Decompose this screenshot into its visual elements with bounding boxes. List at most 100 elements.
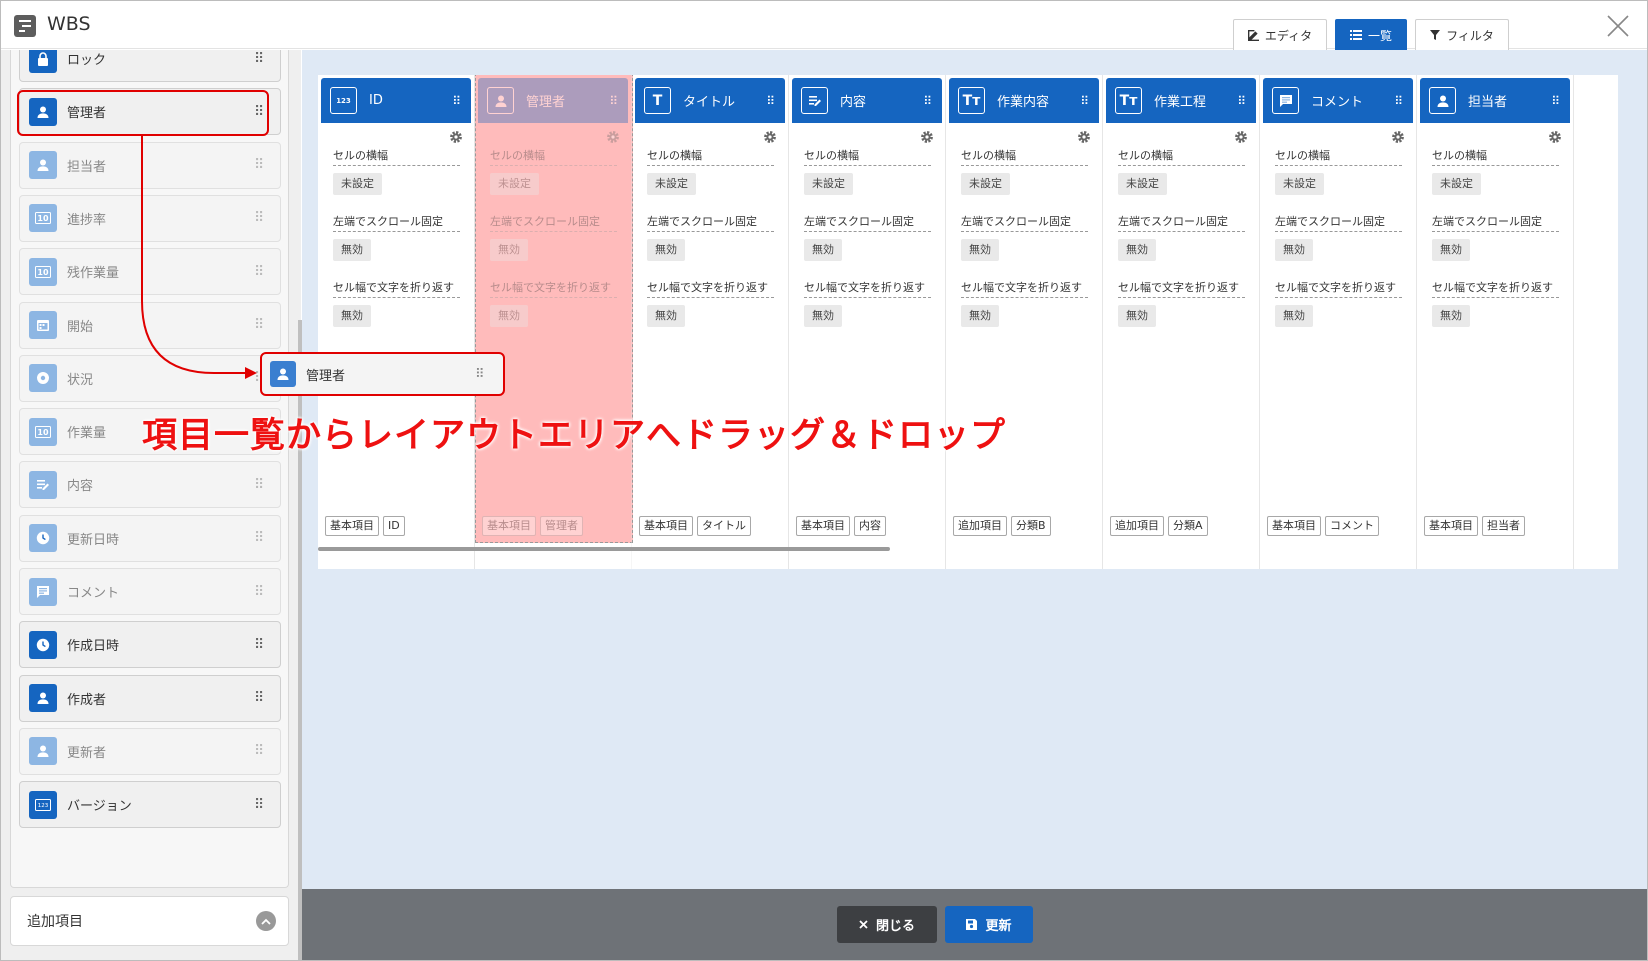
- setting-value[interactable]: 未設定: [647, 173, 696, 195]
- drag-handle-icon[interactable]: ⠿: [254, 637, 268, 653]
- field-list-item[interactable]: 作成者 ⠿: [19, 674, 281, 722]
- setting-value[interactable]: 無効: [961, 305, 999, 327]
- setting-value[interactable]: 無効: [1118, 305, 1156, 327]
- gear-icon[interactable]: [1548, 130, 1562, 144]
- setting-value[interactable]: 無効: [804, 239, 842, 261]
- field-list-sidebar: ロック ⠿ 管理者 ⠿ 担当者 ⠿ 10 進捗率 ⠿ 10 残作業量 ⠿ 開始 ⠿ 状況 ⠿ 10 作業量 ⠿ 内容 ⠿…: [1, 50, 302, 960]
- layout-card-title: タイトル: [683, 95, 736, 110]
- tab-list[interactable]: 一覧: [1335, 19, 1407, 50]
- setting-value[interactable]: 未設定: [490, 173, 539, 195]
- number-icon: 10: [29, 417, 57, 446]
- field-list-item[interactable]: 10 進捗率 ⠿: [19, 194, 281, 242]
- field-list-item[interactable]: 更新日時 ⠿: [19, 514, 281, 562]
- gear-icon[interactable]: [1077, 130, 1091, 144]
- drag-handle-icon[interactable]: ⠿: [475, 367, 489, 382]
- setting-value[interactable]: 未設定: [1432, 173, 1481, 195]
- save-icon: [966, 919, 978, 930]
- field-list-item[interactable]: 10 残作業量 ⠿: [19, 248, 281, 296]
- field-list-item[interactable]: ロック ⠿: [19, 50, 281, 82]
- drag-handle-icon[interactable]: ⠿: [254, 317, 268, 333]
- drag-handle-icon[interactable]: ⠿: [923, 94, 932, 108]
- layout-card[interactable]: Tт 作業工程 ⠿ セルの横幅 未設定 左端でスクロール固定 無効 セル幅で文字を折り返す 無効…: [1103, 75, 1260, 569]
- layout-card-header[interactable]: 担当者 ⠿: [1420, 78, 1570, 123]
- setting-value[interactable]: 未設定: [961, 173, 1010, 195]
- field-list-item[interactable]: 担当者 ⠿: [19, 141, 281, 189]
- layout-card[interactable]: 担当者 ⠿ セルの横幅 未設定 左端でスクロール固定 無効 セル幅で文字を折り返す 無効 基本項…: [1417, 75, 1574, 569]
- drag-handle-icon[interactable]: ⠿: [609, 94, 618, 108]
- layout-card-header[interactable]: 123 ID ⠿: [321, 78, 471, 123]
- layout-horizontal-scrollbar[interactable]: [318, 547, 890, 551]
- close-button[interactable]: 閉じる: [837, 906, 937, 943]
- field-list-item[interactable]: 内容 ⠿: [19, 461, 281, 509]
- tab-filter[interactable]: フィルタ: [1415, 19, 1509, 50]
- setting-value[interactable]: 無効: [1432, 305, 1470, 327]
- layout-card[interactable]: 内容 ⠿ セルの横幅 未設定 左端でスクロール固定 無効 セル幅で文字を折り返す 無効 基本項目…: [789, 75, 946, 569]
- layout-card-header[interactable]: 管理者 ⠿: [478, 78, 628, 123]
- layout-card-header[interactable]: T タイトル ⠿: [635, 78, 785, 123]
- field-list-item[interactable]: 状況 ⠿: [19, 354, 281, 402]
- setting-value[interactable]: 未設定: [1118, 173, 1167, 195]
- drag-handle-icon[interactable]: ⠿: [1394, 94, 1403, 108]
- layout-card[interactable]: T タイトル ⠿ セルの横幅 未設定 左端でスクロール固定 無効 セル幅で文字を折り返す 無効基…: [632, 75, 789, 569]
- field-list-item[interactable]: 123 バージョン ⠿: [19, 781, 281, 829]
- extra-fields-section[interactable]: 追加項目: [10, 896, 289, 946]
- layout-card-header[interactable]: コメント ⠿: [1263, 78, 1413, 123]
- setting-value[interactable]: 未設定: [333, 173, 382, 195]
- drag-handle-icon[interactable]: ⠿: [452, 94, 461, 108]
- gear-icon[interactable]: [1234, 130, 1248, 144]
- drag-handle-icon[interactable]: ⠿: [254, 210, 268, 226]
- drag-handle-icon[interactable]: ⠿: [1237, 94, 1246, 108]
- chevron-up-icon[interactable]: [256, 911, 276, 931]
- setting-value[interactable]: 無効: [333, 305, 371, 327]
- gear-icon[interactable]: [1391, 130, 1405, 144]
- layout-card[interactable]: Tт 作業内容 ⠿ セルの横幅 未設定 左端でスクロール固定 無効 セル幅で文字を折り返す 無効…: [946, 75, 1103, 569]
- field-list-item[interactable]: 開始 ⠿: [19, 301, 281, 349]
- setting-value[interactable]: 未設定: [1275, 173, 1324, 195]
- field-list-item[interactable]: 作成日時 ⠿: [19, 621, 281, 669]
- drag-handle-icon[interactable]: ⠿: [766, 94, 775, 108]
- setting-value[interactable]: 無効: [333, 239, 371, 261]
- drag-handle-icon[interactable]: ⠿: [254, 743, 268, 759]
- field-list-item-label: 作成日時: [67, 639, 120, 655]
- drag-handle-icon[interactable]: ⠿: [1551, 94, 1560, 108]
- setting-value[interactable]: 無効: [1432, 239, 1470, 261]
- gear-icon[interactable]: [763, 130, 777, 144]
- close-icon[interactable]: [1605, 13, 1631, 39]
- setting-value[interactable]: 無効: [804, 305, 842, 327]
- drag-handle-icon[interactable]: ⠿: [254, 530, 268, 546]
- setting-value[interactable]: 無効: [490, 305, 528, 327]
- field-list-item[interactable]: コメント ⠿: [19, 568, 281, 615]
- update-button[interactable]: 更新: [945, 906, 1033, 943]
- category-tag: 基本項目: [325, 516, 379, 536]
- drag-handle-icon[interactable]: ⠿: [254, 690, 268, 706]
- drag-handle-icon[interactable]: ⠿: [254, 157, 268, 173]
- setting-value[interactable]: 無効: [1275, 305, 1313, 327]
- layout-card[interactable]: 123 ID ⠿ セルの横幅 未設定 左端でスクロール固定 無効 セル幅で文字を折り返す 無効基…: [318, 75, 475, 569]
- gear-icon[interactable]: [449, 130, 463, 144]
- setting-value[interactable]: 無効: [1275, 239, 1313, 261]
- drag-handle-icon[interactable]: ⠿: [254, 584, 268, 600]
- layout-card[interactable]: 管理者 ⠿ セルの横幅 未設定 左端でスクロール固定 無効 セル幅で文字を折り返す 無効 基本項…: [475, 75, 632, 569]
- gear-icon[interactable]: [606, 130, 620, 144]
- drag-handle-icon[interactable]: ⠿: [254, 51, 268, 67]
- drag-handle-icon[interactable]: ⠿: [1080, 94, 1089, 108]
- layout-card-header[interactable]: 内容 ⠿: [792, 78, 942, 123]
- layout-area: 123 ID ⠿ セルの横幅 未設定 左端でスクロール固定 無効 セル幅で文字を折り返す 無効基…: [302, 50, 1647, 960]
- setting-value[interactable]: 無効: [647, 305, 685, 327]
- drag-handle-icon[interactable]: ⠿: [254, 477, 268, 493]
- drag-handle-icon[interactable]: ⠿: [254, 264, 268, 280]
- setting-value[interactable]: 無効: [490, 239, 528, 261]
- dragging-field-item[interactable]: 管理者 ⠿: [260, 352, 505, 396]
- tab-editor[interactable]: エディタ: [1233, 19, 1327, 50]
- layout-card-header[interactable]: Tт 作業内容 ⠿: [949, 78, 1099, 123]
- setting-value[interactable]: 未設定: [804, 173, 853, 195]
- layout-card[interactable]: コメント ⠿ セルの横幅 未設定 左端でスクロール固定 無効 セル幅で文字を折り返す 無効 基本…: [1260, 75, 1417, 569]
- drag-handle-icon[interactable]: ⠿: [254, 797, 268, 813]
- layout-card-header[interactable]: Tт 作業工程 ⠿: [1106, 78, 1256, 123]
- gear-icon[interactable]: [920, 130, 934, 144]
- setting-value[interactable]: 無効: [1118, 239, 1156, 261]
- setting-label: セルの横幅: [961, 147, 1088, 166]
- field-list-item[interactable]: 更新者 ⠿: [19, 727, 281, 775]
- setting-value[interactable]: 無効: [647, 239, 685, 261]
- setting-value[interactable]: 無効: [961, 239, 999, 261]
